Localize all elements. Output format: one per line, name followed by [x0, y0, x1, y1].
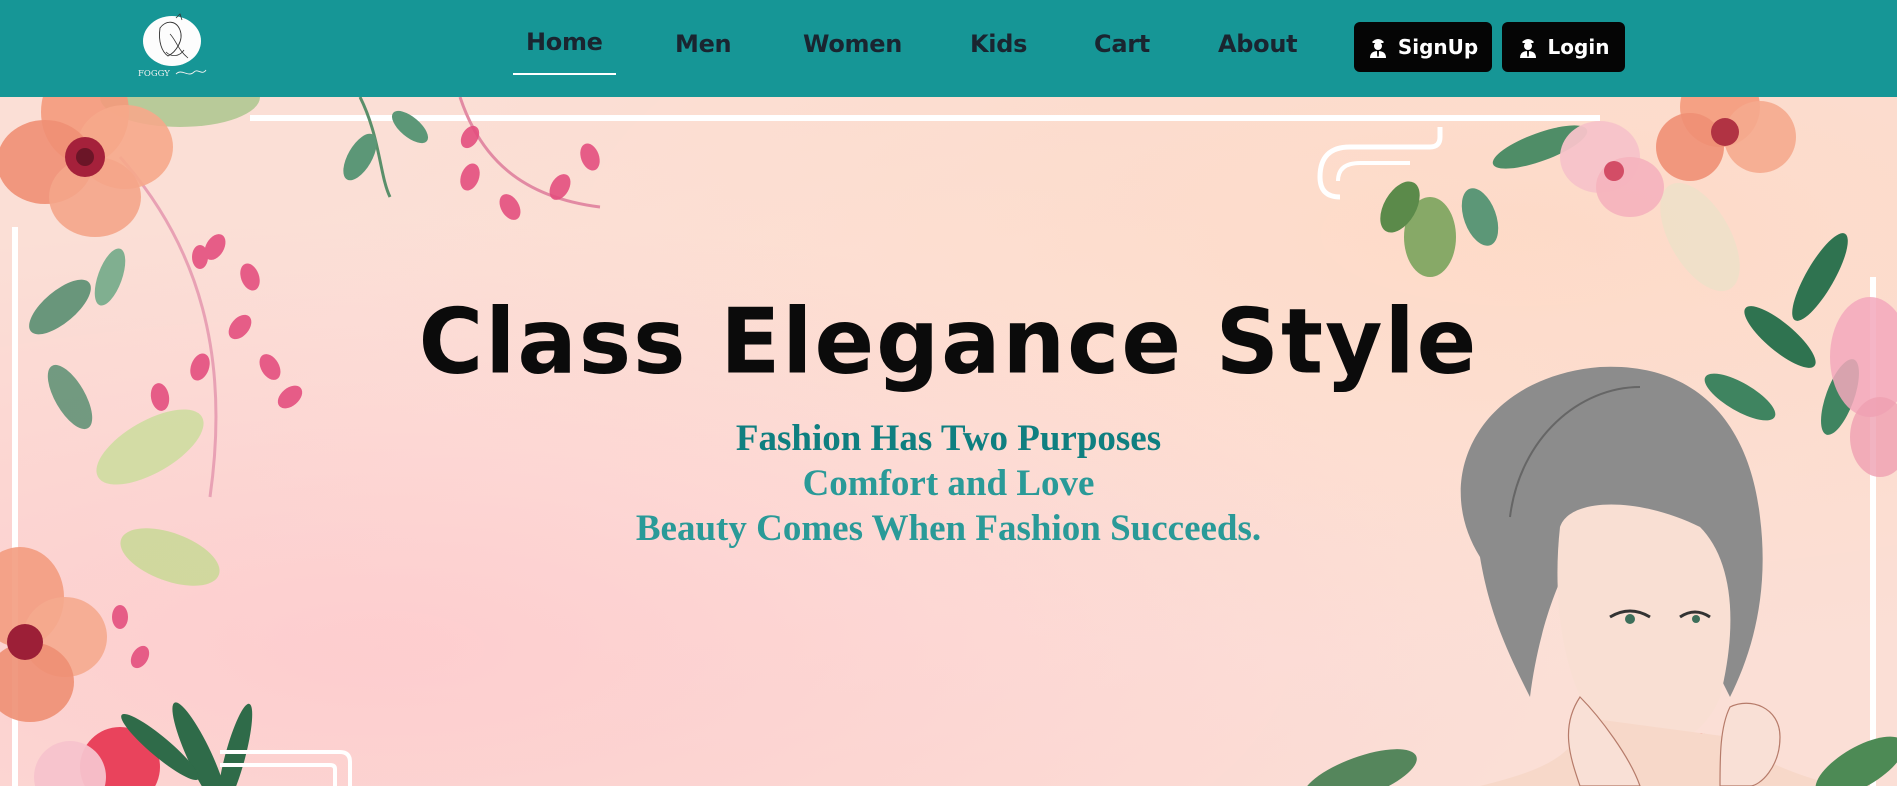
login-label: Login: [1547, 35, 1610, 59]
hero-tagline-1: Fashion Has Two Purposes: [735, 418, 1162, 459]
logo-text: FOGGY: [138, 69, 170, 79]
brand-logo[interactable]: FOGGY: [136, 12, 210, 80]
nav-kids[interactable]: Kids: [970, 30, 1027, 58]
navbar: FOGGY Home Men Women Kids Cart About Sig…: [0, 0, 1897, 97]
hero-tagline-2: Comfort and Love: [802, 463, 1095, 504]
signup-label: SignUp: [1397, 35, 1479, 59]
login-button[interactable]: Login: [1502, 22, 1625, 72]
nav-about[interactable]: About: [1218, 30, 1298, 58]
hero-headline: Class Elegance Style: [418, 288, 1479, 395]
nav-cart[interactable]: Cart: [1094, 30, 1150, 58]
nav-women[interactable]: Women: [803, 30, 902, 58]
hero-tagline-3: Beauty Comes When Fashion Succeeds.: [635, 508, 1262, 549]
signup-button[interactable]: SignUp: [1354, 22, 1492, 72]
user-tie-icon: [1369, 39, 1386, 58]
user-tie-icon: [1519, 39, 1536, 58]
nav-home[interactable]: Home: [513, 28, 616, 75]
hero-banner: Class Elegance Style Fashion Has Two Pur…: [0, 97, 1897, 786]
nav-men[interactable]: Men: [675, 30, 732, 58]
